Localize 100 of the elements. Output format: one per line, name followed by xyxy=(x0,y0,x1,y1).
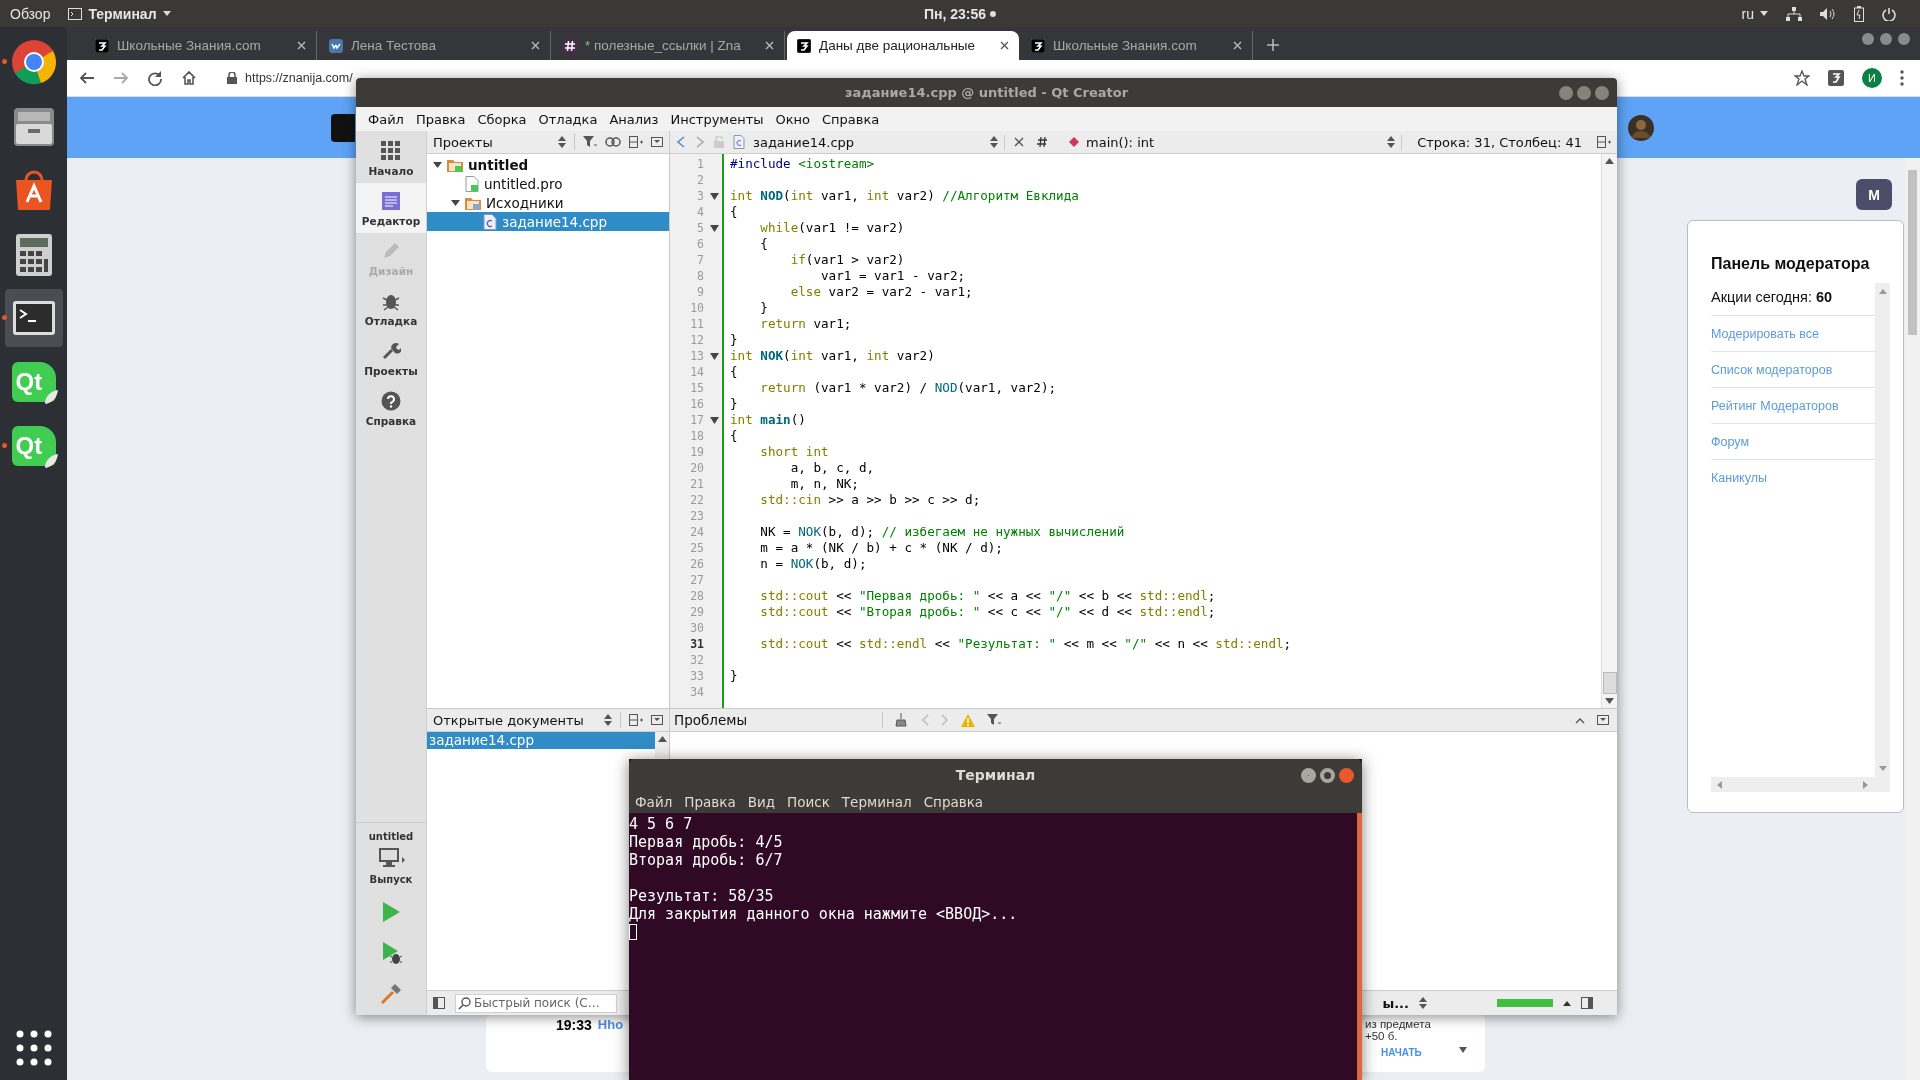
power-icon[interactable] xyxy=(1882,6,1896,21)
expand-arrow-icon[interactable] xyxy=(433,160,442,169)
back-icon[interactable] xyxy=(79,70,95,86)
menu-item[interactable]: Сборка xyxy=(477,111,527,127)
menu-item[interactable]: Анализ xyxy=(609,111,659,127)
app-menu[interactable]: Терминал xyxy=(68,5,171,22)
sort-icon[interactable] xyxy=(1419,997,1427,1009)
menu-item[interactable]: Инструменты xyxy=(670,111,764,127)
scrollbar[interactable] xyxy=(1357,813,1362,1080)
page-scrollbar[interactable] xyxy=(1905,158,1920,1080)
home-icon[interactable] xyxy=(181,70,197,86)
menu-item[interactable]: Терминал xyxy=(841,794,912,810)
close-icon[interactable] xyxy=(531,41,540,50)
dock-item[interactable] xyxy=(4,289,63,347)
close-icon[interactable] xyxy=(1000,41,1009,50)
tree-item[interactable]: untitled xyxy=(427,155,669,174)
maximize-button[interactable] xyxy=(1880,33,1892,45)
browser-tab[interactable]: Школьные Знания.com xyxy=(85,31,317,60)
volume-icon[interactable] xyxy=(1820,6,1836,21)
new-tab-icon[interactable] xyxy=(1267,39,1279,51)
fold-icon[interactable] xyxy=(709,416,719,424)
collapse-icon[interactable] xyxy=(1597,715,1609,725)
menu-item[interactable]: Справка xyxy=(923,794,984,810)
sidebar-toggle-icon[interactable] xyxy=(433,997,445,1009)
output-toggle-icon[interactable] xyxy=(1581,997,1593,1009)
menu-item[interactable]: Файл xyxy=(635,794,673,810)
extension-icon[interactable] xyxy=(1828,70,1844,86)
close-icon[interactable] xyxy=(765,41,774,50)
close-button[interactable] xyxy=(1339,767,1354,783)
mode-button[interactable]: Редактор xyxy=(356,183,426,233)
fold-icon[interactable] xyxy=(709,192,719,200)
document-item[interactable]: задание14.cpp xyxy=(427,732,655,749)
sort-icon[interactable] xyxy=(558,136,566,148)
mode-button[interactable]: Отладка xyxy=(356,283,426,333)
scroll-down-icon[interactable] xyxy=(1605,698,1614,704)
build-target-selector[interactable]: untitled Выпуск xyxy=(356,822,426,893)
fold-icon[interactable] xyxy=(709,352,719,360)
filter-icon[interactable] xyxy=(987,714,1001,726)
scrollbar-handle[interactable] xyxy=(1602,672,1617,694)
symbol-selector[interactable]: main(): int xyxy=(1062,134,1403,150)
close-icon[interactable] xyxy=(297,41,306,50)
maximize-button[interactable] xyxy=(1320,767,1335,783)
debug-run-icon[interactable] xyxy=(380,941,402,965)
browser-tab[interactable]: Даны две рациональные xyxy=(787,31,1019,60)
scrollbar[interactable] xyxy=(1601,154,1617,708)
menu-item[interactable]: Поиск xyxy=(787,794,830,810)
sort-icon[interactable] xyxy=(604,714,612,726)
minimize-button[interactable] xyxy=(1862,33,1874,45)
network-icon[interactable] xyxy=(1786,6,1802,21)
language-menu[interactable]: ru xyxy=(1741,5,1768,22)
expand-icon[interactable] xyxy=(1563,1000,1571,1006)
mode-button[interactable]: Начало xyxy=(356,133,426,183)
split-icon[interactable] xyxy=(629,136,643,148)
menu-item[interactable]: Отладка xyxy=(538,111,598,127)
fold-icon[interactable] xyxy=(709,224,719,232)
battery-icon[interactable] xyxy=(1854,5,1864,22)
menu-item[interactable]: Вид xyxy=(747,794,776,810)
tree-item[interactable]: Исходники xyxy=(427,193,669,212)
reload-icon[interactable] xyxy=(147,70,163,86)
scrollbar[interactable] xyxy=(655,732,669,758)
scroll-down-icon[interactable] xyxy=(1459,1047,1467,1053)
address-bar[interactable]: https://znanija.com/ xyxy=(245,71,353,85)
scroll-up-icon[interactable] xyxy=(657,736,667,742)
menu-item[interactable]: Правка xyxy=(415,111,466,127)
profile-avatar[interactable]: И xyxy=(1862,68,1882,88)
close-icon[interactable] xyxy=(1233,41,1242,50)
split-icon[interactable] xyxy=(629,714,643,726)
minimize-button[interactable] xyxy=(1301,767,1316,783)
hash-icon[interactable] xyxy=(1037,136,1047,148)
tree-item[interactable]: untitled.pro xyxy=(427,174,669,193)
mode-button[interactable]: Справка xyxy=(356,383,426,433)
browser-tab[interactable]: Лена Тестова xyxy=(319,31,551,60)
locator-field[interactable]: Быстрый поиск (С… xyxy=(455,993,617,1013)
logo-icon[interactable] xyxy=(331,113,355,142)
file-selector[interactable]: задание14.cpp xyxy=(733,134,1005,150)
expand-arrow-icon[interactable] xyxy=(451,198,460,207)
menu-item[interactable]: Правка xyxy=(684,794,736,810)
browser-tab[interactable]: Школьные Знания.com xyxy=(1021,31,1253,60)
collapse-icon[interactable] xyxy=(651,137,663,147)
cursor-position[interactable]: Строка: 31, Столбец: 41 xyxy=(1411,134,1588,150)
mode-button[interactable]: Проекты xyxy=(356,333,426,383)
user-avatar[interactable] xyxy=(1628,114,1654,141)
tree-item[interactable]: задание14.cpp xyxy=(427,212,669,231)
link-icon[interactable] xyxy=(605,137,621,147)
maximize-button[interactable] xyxy=(1577,85,1591,100)
browser-tab[interactable]: * полезные_ссылки | Zna xyxy=(553,31,785,60)
close-button[interactable] xyxy=(1595,85,1609,100)
close-icon[interactable] xyxy=(1014,137,1024,147)
minimize-button[interactable] xyxy=(1559,85,1573,100)
menu-icon[interactable] xyxy=(1900,70,1904,86)
moderator-button[interactable]: М xyxy=(1856,179,1892,210)
menu-item[interactable]: Файл xyxy=(368,111,404,127)
clock[interactable]: Пн, 23:56 xyxy=(923,5,997,22)
activities-button[interactable]: Обзор xyxy=(10,5,51,22)
filter-icon[interactable] xyxy=(583,136,597,148)
menu-item[interactable]: Окно xyxy=(775,111,811,127)
star-icon[interactable] xyxy=(1794,70,1810,86)
split-icon[interactable] xyxy=(1597,136,1611,148)
brush-icon[interactable] xyxy=(895,713,909,727)
maximize-icon[interactable] xyxy=(1575,716,1585,724)
